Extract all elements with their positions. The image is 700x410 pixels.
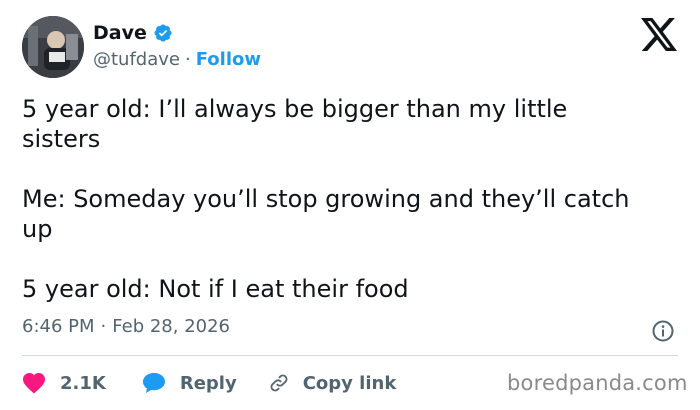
x-logo-icon[interactable] bbox=[641, 18, 677, 51]
display-name[interactable]: Dave bbox=[93, 22, 147, 44]
handle-row: @tufdave · Follow bbox=[93, 49, 261, 70]
verified-badge-icon bbox=[153, 23, 173, 43]
copy-link-button[interactable]: Copy link bbox=[267, 372, 397, 394]
divider bbox=[22, 355, 678, 356]
reply-label: Reply bbox=[179, 372, 237, 394]
avatar[interactable] bbox=[22, 16, 84, 78]
tweet-text: 5 year old: I’ll always be bigger than m… bbox=[22, 94, 682, 304]
info-icon[interactable] bbox=[652, 320, 674, 342]
reply-button[interactable]: Reply bbox=[142, 372, 237, 394]
tweet-time[interactable]: 6:46 PM bbox=[22, 316, 95, 337]
action-bar: 2.1K Reply Copy link bbox=[22, 368, 396, 398]
tweet-line: 5 year old: Not if I eat their food bbox=[22, 275, 409, 303]
speech-bubble-icon bbox=[142, 372, 166, 394]
watermark: boredpanda.com bbox=[507, 371, 688, 395]
link-icon bbox=[267, 372, 291, 394]
tweet-line: up bbox=[22, 215, 53, 243]
copy-link-label: Copy link bbox=[302, 372, 397, 394]
tweet-line: 5 year old: I’ll always be bigger than m… bbox=[22, 95, 568, 123]
tweet-line: sisters bbox=[22, 125, 101, 153]
tweet-line: Me: Someday you’ll stop growing and they… bbox=[22, 185, 630, 213]
author-name-row: Dave bbox=[93, 22, 173, 44]
separator-dot: · bbox=[100, 316, 107, 337]
tweet-card: Dave @tufdave · Follow 5 year old: I’ll … bbox=[0, 0, 700, 410]
heart-icon bbox=[22, 372, 46, 394]
like-button[interactable]: 2.1K bbox=[22, 372, 106, 394]
handle[interactable]: @tufdave bbox=[93, 49, 180, 70]
follow-button[interactable]: Follow bbox=[196, 49, 261, 70]
like-count: 2.1K bbox=[60, 372, 106, 394]
separator-dot: · bbox=[185, 49, 191, 70]
timestamp-row: 6:46 PM · Feb 28, 2026 bbox=[22, 316, 230, 337]
tweet-date[interactable]: Feb 28, 2026 bbox=[112, 316, 230, 337]
